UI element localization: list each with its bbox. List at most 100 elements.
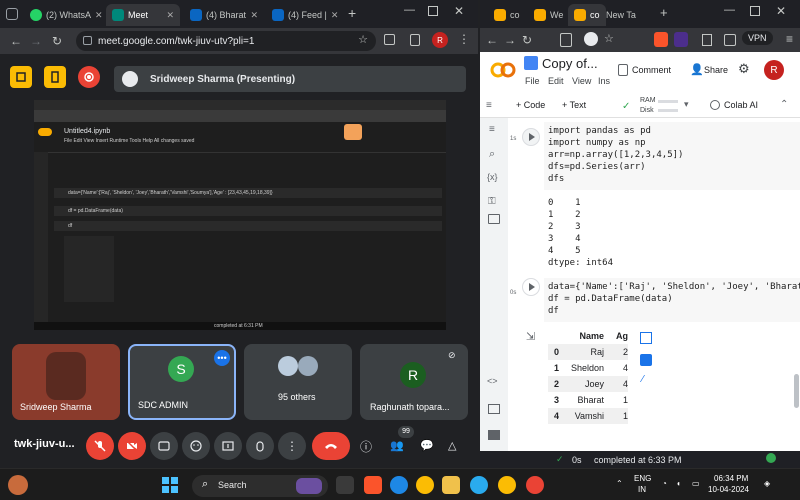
tile-sridweep[interactable]: Sridweep Sharma bbox=[12, 344, 120, 420]
activities-icon[interactable]: △ bbox=[448, 439, 456, 452]
tab-linkedin-2[interactable]: (4) Feed | ✕ bbox=[266, 4, 344, 26]
command-palette-icon[interactable] bbox=[488, 404, 500, 414]
side-panel-icon[interactable] bbox=[410, 34, 420, 46]
layout-icon[interactable] bbox=[10, 66, 32, 88]
close-tab-icon[interactable]: ✕ bbox=[166, 10, 174, 21]
minimize-icon[interactable]: — bbox=[724, 4, 735, 16]
battery-icon[interactable]: ▭ bbox=[692, 479, 700, 488]
tab-whatsapp[interactable]: (2) WhatsA ✕ bbox=[24, 4, 104, 26]
bookmark-star-icon[interactable]: ☆ bbox=[358, 33, 368, 46]
task-view-icon[interactable] bbox=[336, 476, 354, 494]
share-button[interactable]: Share bbox=[704, 65, 728, 75]
brave-shield-icon[interactable] bbox=[654, 32, 668, 47]
site-info-icon[interactable] bbox=[83, 36, 92, 45]
tab-colab-2[interactable]: We bbox=[528, 4, 566, 26]
settings-gear-icon[interactable]: ⚙ bbox=[738, 61, 750, 77]
minimize-icon[interactable]: — bbox=[404, 4, 415, 16]
taskbar-search[interactable]: ⌕ Search bbox=[192, 475, 328, 497]
close-window-icon[interactable]: ✕ bbox=[776, 4, 786, 18]
tab-linkedin-1[interactable]: (4) Bharat ✕ bbox=[184, 4, 264, 26]
secrets-key-icon[interactable]: ⚿ bbox=[488, 196, 496, 207]
search-icon[interactable]: ⌕ bbox=[489, 148, 495, 161]
reload-icon[interactable]: ↻ bbox=[52, 34, 62, 48]
more-options-button[interactable]: ⋮ bbox=[278, 432, 306, 460]
magic-wand-icon[interactable]: ⁄ bbox=[642, 374, 644, 385]
menu-view[interactable]: View bbox=[572, 76, 591, 86]
close-tab-icon[interactable]: ✕ bbox=[250, 10, 258, 21]
copy-icon[interactable] bbox=[560, 33, 572, 47]
new-tab-icon[interactable]: + bbox=[348, 5, 356, 21]
tab-colab-1[interactable]: co bbox=[488, 4, 526, 26]
comment-icon[interactable] bbox=[618, 64, 628, 76]
chrome-icon[interactable] bbox=[416, 476, 434, 494]
wifi-icon[interactable]: ◔ bbox=[662, 479, 667, 488]
chart-suggest-icon[interactable] bbox=[640, 354, 652, 366]
chrome-icon-2[interactable] bbox=[498, 476, 516, 494]
weather-widget-icon[interactable] bbox=[8, 475, 28, 495]
comment-button[interactable]: Comment bbox=[632, 65, 671, 75]
bookmark-icon[interactable]: ☆ bbox=[604, 32, 614, 45]
files-folder-icon[interactable] bbox=[488, 214, 500, 224]
close-window-icon[interactable]: ✕ bbox=[454, 4, 464, 18]
present-screen-button[interactable] bbox=[214, 432, 242, 460]
maximize-icon[interactable] bbox=[750, 6, 760, 16]
brave-rewards-icon[interactable] bbox=[674, 32, 688, 47]
toc-icon[interactable]: ≡ bbox=[489, 124, 495, 135]
people-icon[interactable]: 👥 bbox=[390, 439, 404, 452]
menu-edit[interactable]: Edit bbox=[548, 76, 564, 86]
record-icon[interactable] bbox=[78, 66, 100, 88]
tray-overflow-icon[interactable]: ⌃ bbox=[616, 479, 623, 488]
chrome-icon-3[interactable] bbox=[526, 476, 544, 494]
leave-call-button[interactable] bbox=[312, 432, 350, 460]
collapse-icon[interactable]: ⌃ bbox=[780, 99, 788, 110]
tile-raghunath[interactable]: R ⊘ Raghunath topara... bbox=[360, 344, 468, 420]
scrollbar[interactable] bbox=[794, 374, 799, 408]
tab-new[interactable]: New Ta bbox=[600, 4, 656, 26]
close-tab-icon[interactable]: ✕ bbox=[95, 10, 103, 21]
runtime-dropdown-icon[interactable]: ▾ bbox=[684, 99, 689, 110]
colab-ai-button[interactable]: Colab AI bbox=[724, 100, 758, 110]
code-snippets-icon[interactable]: <> bbox=[487, 376, 498, 386]
url-field[interactable]: meet.google.com/twk-jiuv-utv?pli=1 ☆ bbox=[76, 31, 376, 51]
table-view-icon[interactable] bbox=[640, 332, 652, 344]
edge-icon[interactable] bbox=[390, 476, 408, 494]
run-cell-button[interactable] bbox=[522, 128, 540, 146]
menu-file[interactable]: File bbox=[525, 76, 540, 86]
raise-hand-button[interactable] bbox=[246, 432, 274, 460]
profile-avatar[interactable]: R bbox=[432, 32, 448, 48]
tile-sdc-admin[interactable]: S ••• SDC ADMIN bbox=[128, 344, 236, 420]
maximize-icon[interactable] bbox=[428, 6, 438, 16]
back-icon[interactable]: ← bbox=[10, 34, 22, 48]
forward-icon[interactable]: → bbox=[504, 33, 516, 47]
notebook-title[interactable]: Copy of... bbox=[542, 56, 598, 71]
tab-meet[interactable]: Meet ✕ bbox=[106, 4, 180, 26]
terminal-icon[interactable] bbox=[488, 430, 500, 440]
lens-icon[interactable] bbox=[584, 32, 598, 46]
run-cell-button[interactable] bbox=[522, 278, 540, 296]
new-tab-icon[interactable]: + bbox=[660, 5, 668, 20]
add-text-button[interactable]: + Text bbox=[562, 100, 586, 110]
tile-others[interactable]: 95 others bbox=[244, 344, 352, 420]
info-icon[interactable]: ⓘ bbox=[360, 438, 372, 455]
file-explorer-icon[interactable] bbox=[442, 476, 460, 494]
tab-search-icon[interactable] bbox=[6, 8, 18, 20]
notifications-icon[interactable]: ◈ bbox=[764, 479, 770, 488]
code-cell-1[interactable]: import pandas as pd import numpy as np a… bbox=[544, 122, 800, 190]
captions-button[interactable] bbox=[150, 432, 178, 460]
back-icon[interactable]: ← bbox=[486, 33, 498, 47]
output-actions-icon[interactable]: ⇲ bbox=[526, 330, 535, 343]
app-icon[interactable] bbox=[470, 476, 488, 494]
side-panel-icon[interactable] bbox=[702, 34, 712, 46]
wallet-icon[interactable] bbox=[724, 34, 736, 46]
code-cell-2[interactable]: data={'Name':['Raj', 'Sheldon', 'Joey', … bbox=[544, 278, 800, 322]
close-tab-icon[interactable]: ✕ bbox=[331, 10, 339, 21]
vpn-button[interactable]: VPN bbox=[742, 31, 773, 45]
camera-off-button[interactable] bbox=[118, 432, 146, 460]
menu-icon[interactable]: ≡ bbox=[786, 32, 793, 46]
reload-icon[interactable]: ↻ bbox=[522, 33, 532, 47]
mic-off-button[interactable] bbox=[86, 432, 114, 460]
brave-taskbar-icon[interactable] bbox=[364, 476, 382, 494]
menu-kebab-icon[interactable]: ⋮ bbox=[458, 32, 470, 46]
variables-icon[interactable]: {x} bbox=[487, 172, 498, 182]
profile-avatar[interactable]: R bbox=[764, 60, 784, 80]
